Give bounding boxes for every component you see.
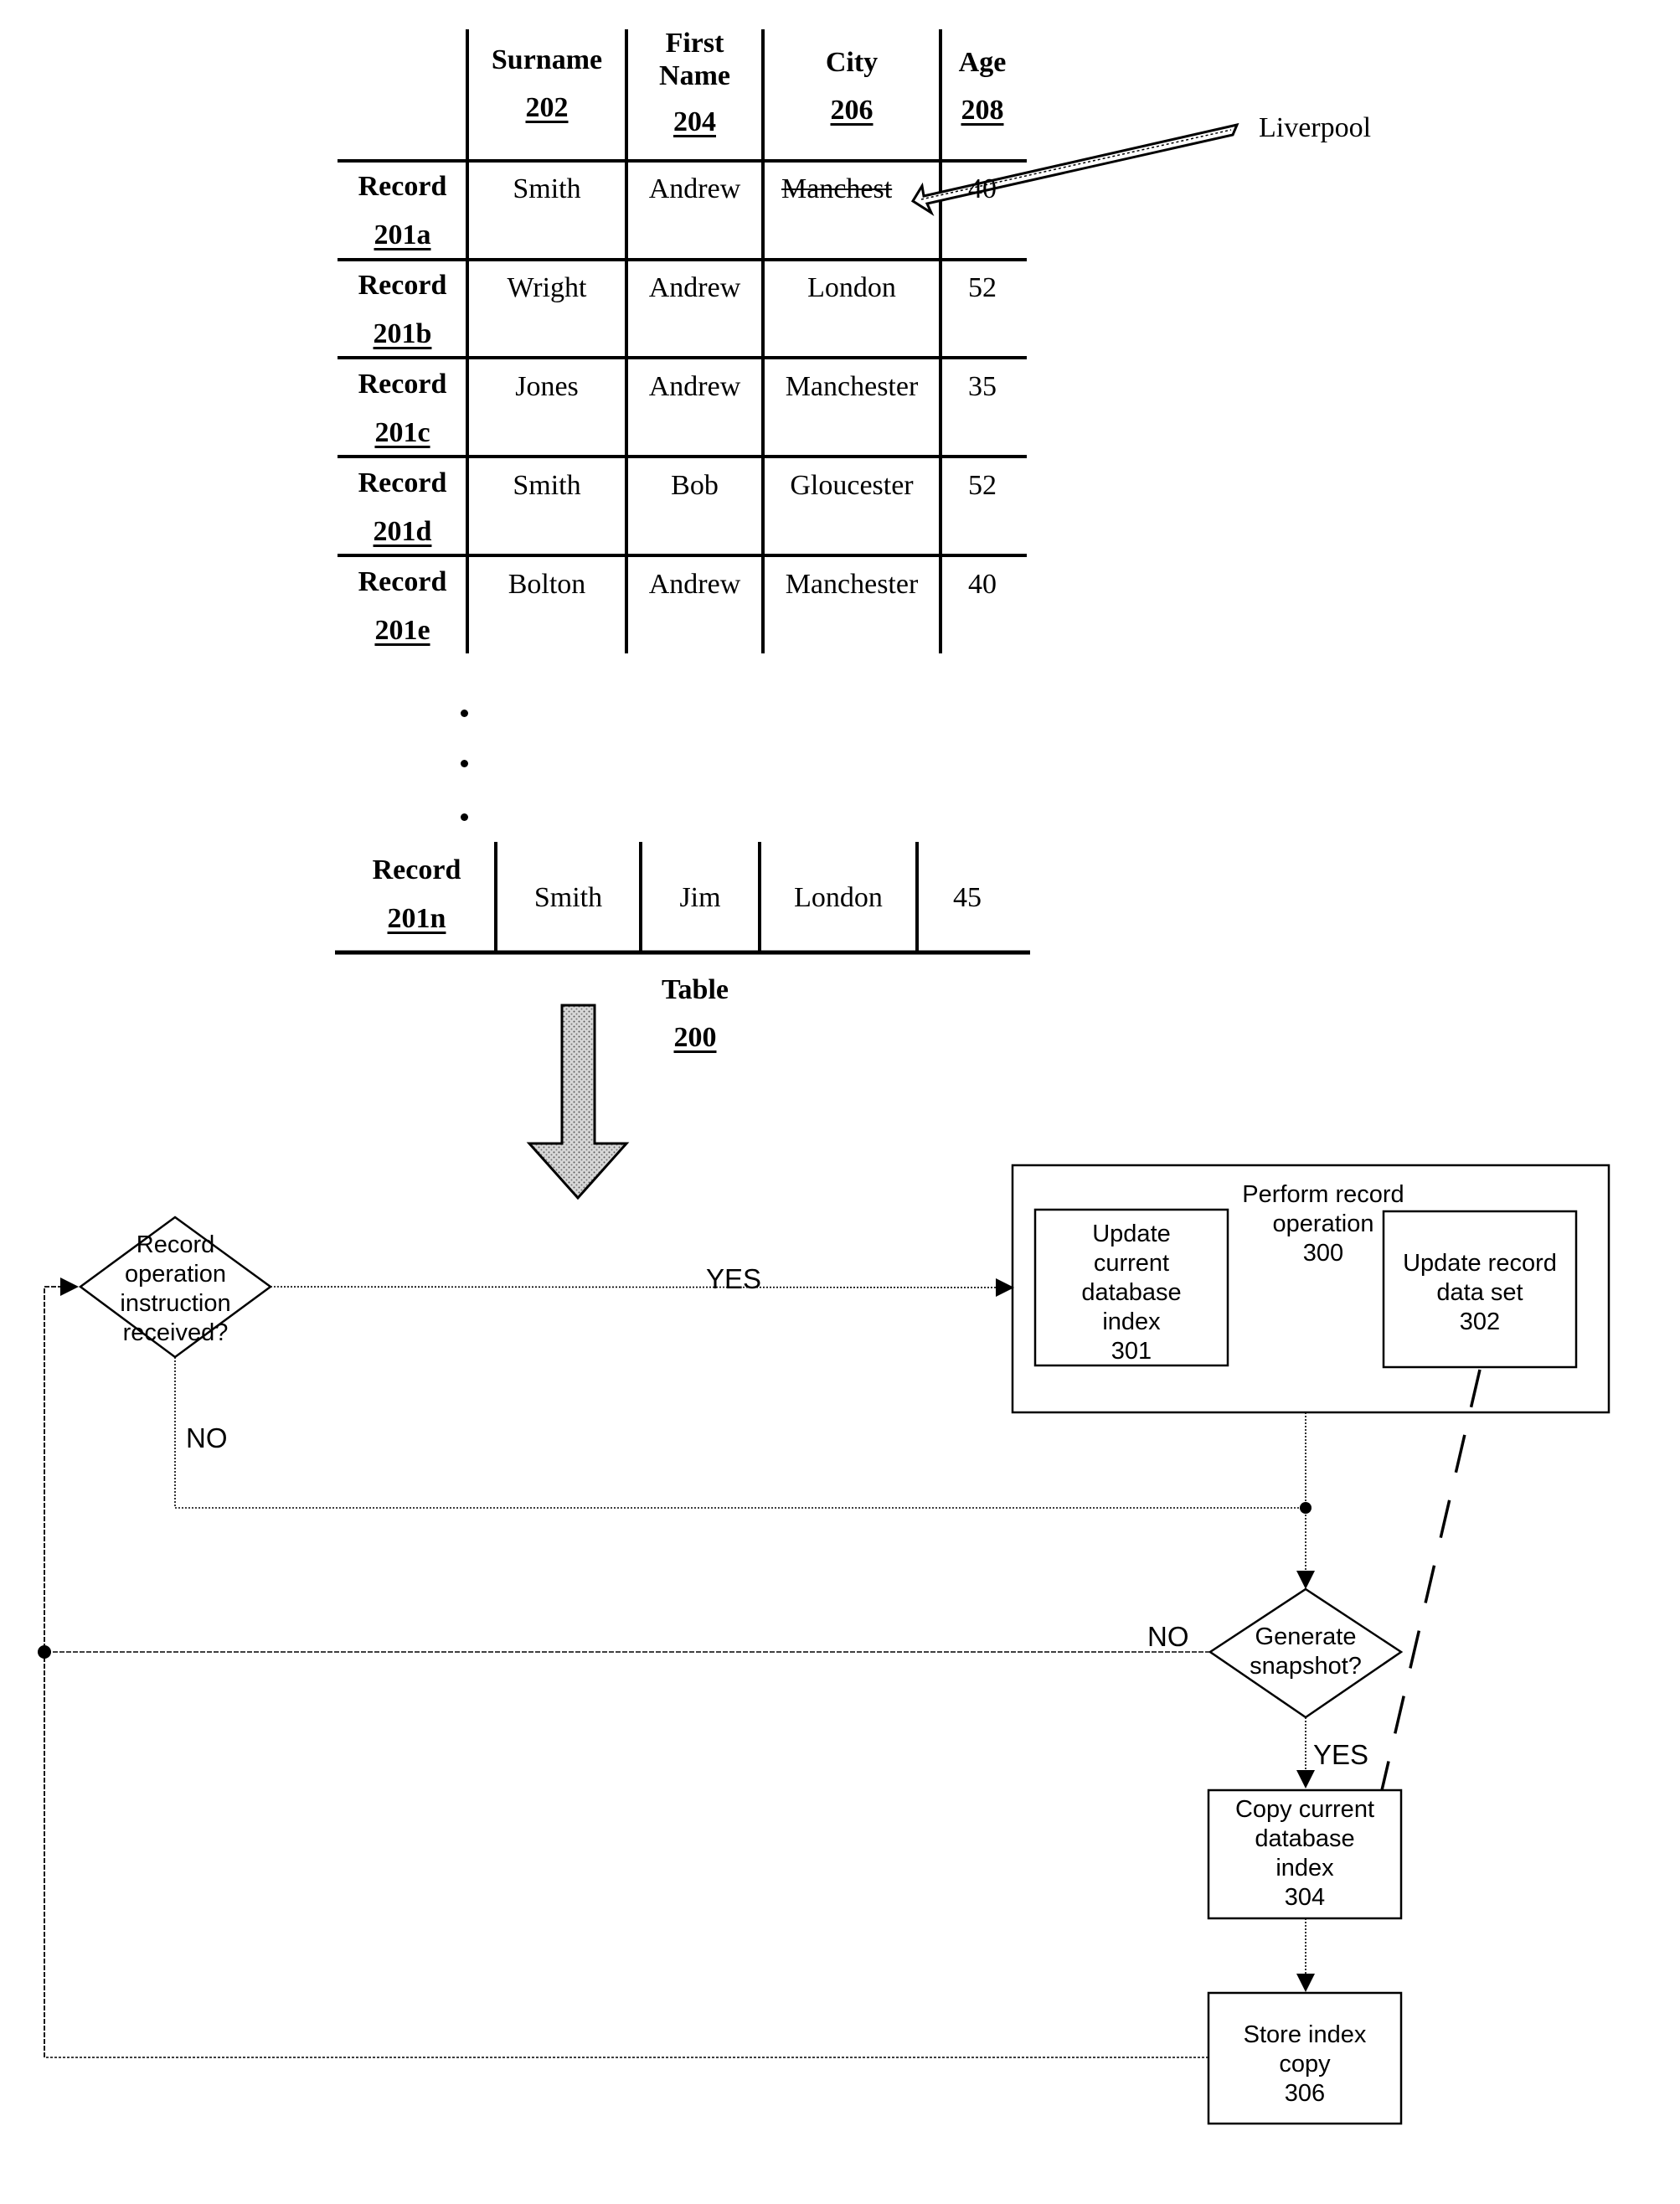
no-label-2: NO [1147,1621,1189,1652]
yes-label-2: YES [1313,1739,1369,1770]
column-header-age: Age 208 [958,47,1007,126]
cell-age: 40 [968,569,997,600]
cell-city: London [807,272,896,303]
update-annotation: Liverpool [1259,112,1372,143]
no-connector [174,1357,1306,1509]
cell-age: 52 [968,272,997,303]
cell-age: 52 [968,470,997,501]
column-header-surname: Surname 202 [491,44,603,124]
cell-surname: Wright [507,272,587,303]
cell-city: Manchester [785,569,919,600]
column-header-first-name: First Name 204 [659,28,730,138]
cell-city: Gloucester [790,470,914,501]
cell-first-name: Andrew [648,569,741,600]
ellipsis-dot [461,813,468,821]
record-label: Record 201e [358,566,447,646]
cell-first-name: Jim [679,882,721,913]
record-label: Record 201n [372,854,461,934]
table-caption: Table 200 [661,974,729,1054]
cell-age: 35 [968,371,997,402]
cell-surname: Smith [513,470,581,501]
cell-city: Manchester [785,371,919,402]
update-dataset-label: Update record data set 302 [1403,1250,1557,1335]
cell-first-name: Andrew [648,272,741,303]
cell-first-name: Andrew [648,371,741,402]
cell-surname: Smith [533,882,603,913]
cell-age: 40 [968,173,997,204]
decision-snapshot-label: Generate snapshot? [1250,1623,1362,1680]
cell-surname: Jones [515,371,579,402]
column-header-city: City 206 [825,47,879,126]
record-label: Record 201d [358,467,447,547]
update-index-label: Update current database index 301 [1081,1221,1182,1365]
yes-label: YES [706,1263,762,1294]
cell-age: 45 [953,882,982,913]
relation-dashed-line [1380,1369,1482,1791]
decision-record-op-label: Record operation instruction received? [120,1231,231,1346]
down-arrow-icon [526,1004,630,1200]
store-copy-label: Store index copy 306 [1243,2021,1367,2107]
cell-surname: Smith [513,173,581,204]
cell-first-name: Bob [671,470,719,501]
record-label: Record 201b [358,270,447,349]
cell-first-name: Andrew [648,173,741,204]
loop-connector [44,1277,79,2057]
yes-connector [270,1277,1014,1297]
cell-city-struck: Manchest [781,173,893,204]
record-label: Record 201a [358,171,447,250]
record-label: Record 201c [358,369,447,448]
ellipsis-dot [461,710,468,717]
patent-figure: Surname 202 First Name 204 City 206 Age … [0,0,1680,2204]
cell-city: London [794,882,883,913]
ellipsis-dot [461,760,468,767]
no-label: NO [186,1422,228,1453]
diagram-lines [38,29,1610,2125]
copy-index-label: Copy current database index 304 [1234,1796,1374,1911]
cell-surname: Bolton [508,569,586,600]
